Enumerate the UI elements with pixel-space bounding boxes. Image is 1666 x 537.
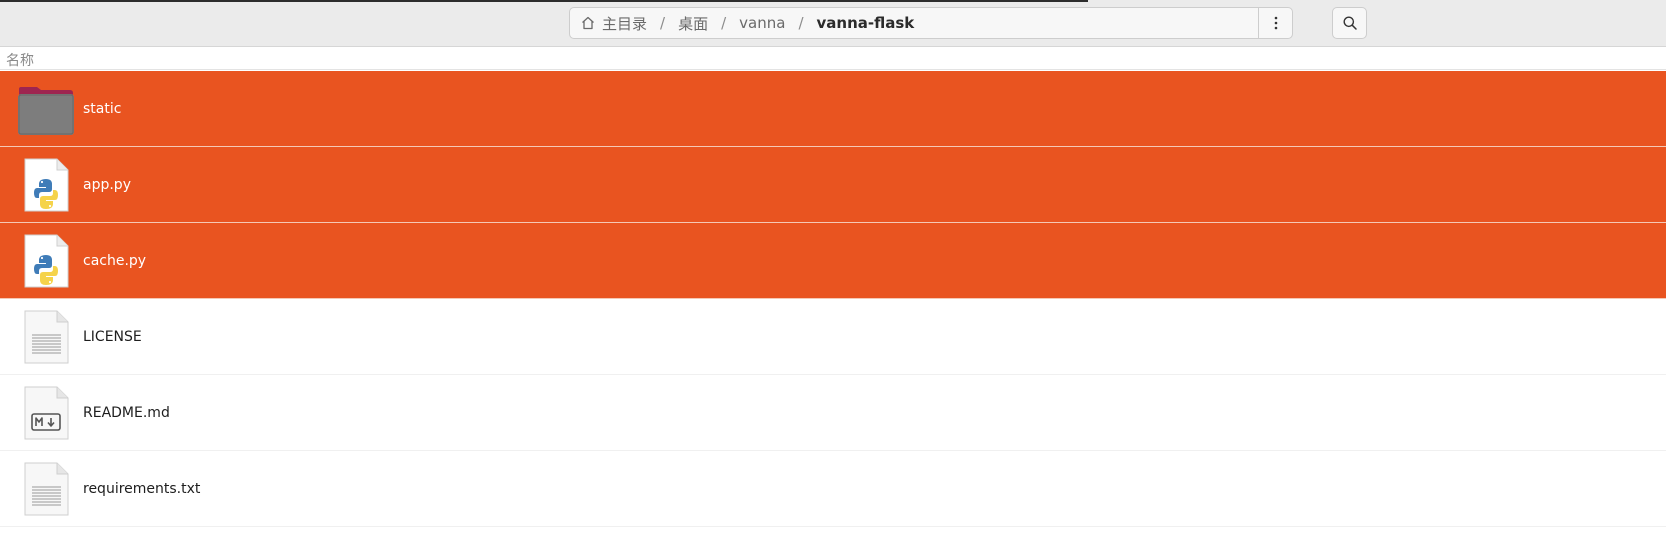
- breadcrumb-current[interactable]: vanna-flask: [817, 14, 915, 32]
- file-list: static app.py cache.py LICENSE README.md…: [0, 71, 1666, 527]
- file-name: static: [83, 101, 122, 117]
- file-row[interactable]: cache.py: [0, 223, 1666, 299]
- file-name: LICENSE: [83, 329, 142, 345]
- more-options-button[interactable]: [1259, 8, 1292, 38]
- file-row[interactable]: LICENSE: [0, 299, 1666, 375]
- search-icon: [1343, 16, 1357, 30]
- file-manager-window: 主目录 / 桌面 / vanna / vanna-flask 名称 static…: [0, 0, 1666, 537]
- column-header-label: 名称: [6, 53, 34, 69]
- file-name: app.py: [83, 177, 131, 193]
- breadcrumb: 主目录 / 桌面 / vanna / vanna-flask: [570, 8, 1258, 38]
- path-bar: 主目录 / 桌面 / vanna / vanna-flask: [569, 7, 1293, 39]
- markdown-file-icon: [18, 385, 74, 441]
- breadcrumb-separator: /: [721, 14, 727, 32]
- text-file-icon: [18, 309, 74, 365]
- folder-icon: [18, 81, 74, 137]
- file-row[interactable]: requirements.txt: [0, 451, 1666, 527]
- breadcrumb-separator: /: [660, 14, 666, 32]
- python-file-icon: [18, 157, 74, 213]
- breadcrumb-desktop[interactable]: 桌面: [678, 13, 708, 34]
- vertical-dots-icon: [1274, 16, 1277, 30]
- file-name: README.md: [83, 405, 170, 421]
- header-bar: 主目录 / 桌面 / vanna / vanna-flask: [0, 0, 1666, 47]
- file-name: cache.py: [83, 253, 147, 269]
- breadcrumb-vanna[interactable]: vanna: [739, 14, 785, 32]
- file-row[interactable]: app.py: [0, 147, 1666, 223]
- window-top-edge: [0, 0, 1088, 2]
- python-file-icon: [18, 233, 74, 289]
- breadcrumb-separator: /: [798, 14, 804, 32]
- text-file-icon: [18, 461, 74, 517]
- file-row[interactable]: README.md: [0, 375, 1666, 451]
- column-header-name[interactable]: 名称: [0, 47, 1666, 70]
- search-button[interactable]: [1332, 7, 1367, 39]
- breadcrumb-home[interactable]: 主目录: [602, 13, 647, 34]
- file-row[interactable]: static: [0, 71, 1666, 147]
- home-icon[interactable]: [580, 15, 596, 31]
- file-name: requirements.txt: [83, 481, 201, 497]
